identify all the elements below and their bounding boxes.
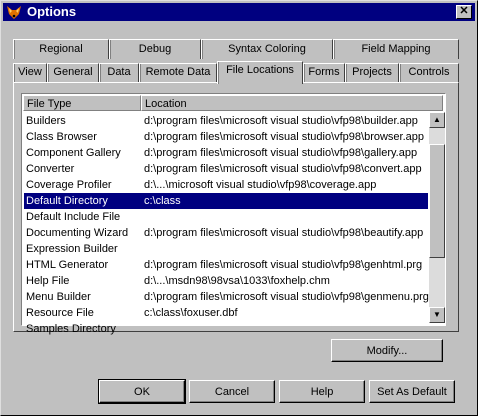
column-header-location[interactable]: Location: [141, 95, 443, 111]
location-cell: d:\...\msdn98\98vsa\1033\foxhelp.chm: [144, 275, 330, 287]
tab-syntax-coloring[interactable]: Syntax Coloring: [201, 39, 333, 59]
list-item[interactable]: Default Include File: [24, 209, 428, 225]
file-type-cell: Coverage Profiler: [26, 179, 112, 191]
file-type-cell: Default Include File: [26, 211, 121, 223]
help-button[interactable]: Help: [279, 380, 365, 403]
list-item[interactable]: Resource File c:\class\foxuser.dbf: [24, 305, 428, 321]
location-cell: d:\program files\microsoft visual studio…: [144, 259, 423, 271]
file-type-cell: Help File: [26, 275, 70, 287]
fox-icon: [7, 6, 21, 19]
list-item[interactable]: Documenting Wizard d:\program files\micro…: [24, 225, 428, 241]
options-dialog: Options ✕ Regional Debug Syntax Coloring…: [0, 0, 478, 416]
list-item[interactable]: Builders d:\program files\microsoft visua…: [24, 113, 428, 129]
tab-controls[interactable]: Controls: [399, 63, 459, 82]
file-type-cell: Samples Directory: [26, 323, 116, 335]
file-locations-list[interactable]: File Type Location Builders d:\program fi…: [21, 93, 446, 335]
tab-label: View: [18, 66, 42, 78]
list-item[interactable]: Converter d:\program files\microsoft visu…: [24, 161, 428, 177]
button-label: Modify...: [366, 345, 408, 357]
tab-regional[interactable]: Regional: [13, 39, 109, 59]
tab-label: Remote Data: [145, 66, 211, 78]
list-item[interactable]: Component Gallery d:\program files\micros…: [24, 145, 428, 161]
file-type-cell: Resource File: [26, 307, 94, 319]
list-item[interactable]: Class Browser d:\program files\microsoft …: [24, 129, 428, 145]
tab-debug[interactable]: Debug: [109, 39, 201, 59]
tab-label: Data: [107, 66, 131, 78]
scroll-up-icon[interactable]: ▲: [429, 112, 445, 128]
file-type-cell: HTML Generator: [26, 259, 109, 271]
location-cell: d:\...\microsoft visual studio\vfp98\cov…: [144, 179, 377, 191]
tab-label: Controls: [408, 66, 450, 78]
tab-label: Debug: [138, 43, 172, 55]
location-cell: c:\class\foxuser.dbf: [144, 307, 238, 319]
tab-data[interactable]: Data: [99, 63, 139, 82]
list-item[interactable]: HTML Generator d:\program files\microsoft…: [24, 257, 428, 273]
file-type-cell: Menu Builder: [26, 291, 91, 303]
list-item[interactable]: Help File d:\...\msdn98\98vsa\1033\foxhel…: [24, 273, 428, 289]
tab-forms[interactable]: Forms: [303, 63, 345, 82]
scroll-thumb[interactable]: [429, 144, 445, 258]
file-type-cell: Builders: [26, 115, 66, 127]
tab-label: File Locations: [226, 64, 294, 76]
column-header-file-type[interactable]: File Type: [23, 95, 141, 111]
list-rows: Builders d:\program files\microsoft visua…: [24, 113, 429, 337]
file-type-cell: Component Gallery: [26, 147, 121, 159]
file-type-cell: Default Directory: [26, 195, 108, 207]
file-type-cell: Converter: [26, 163, 75, 175]
file-type-cell: Class Browser: [26, 131, 97, 143]
tab-projects[interactable]: Projects: [345, 63, 399, 82]
tab-label: Field Mapping: [361, 43, 431, 55]
title-bar[interactable]: Options ✕: [3, 3, 475, 21]
column-header-label: Location: [145, 98, 187, 110]
tab-label: Syntax Coloring: [228, 43, 306, 55]
set-as-default-button[interactable]: Set As Default: [369, 380, 455, 403]
tab-view[interactable]: View: [13, 63, 47, 82]
file-type-cell: Expression Builder: [26, 243, 118, 255]
location-cell: d:\program files\microsoft visual studio…: [144, 147, 418, 159]
tab-file-locations[interactable]: File Locations: [217, 61, 303, 84]
window-title: Options: [27, 4, 77, 19]
location-cell: c:\class: [144, 195, 181, 207]
vertical-scrollbar[interactable]: ▲ ▼: [429, 112, 445, 323]
list-item[interactable]: Menu Builder d:\program files\microsoft v…: [24, 289, 429, 305]
tab-label: General: [53, 66, 93, 78]
tab-label: Forms: [308, 66, 340, 78]
tab-label: Projects: [352, 66, 392, 78]
button-label: Cancel: [214, 386, 250, 398]
location-cell: d:\program files\microsoft visual studio…: [144, 227, 424, 239]
scroll-down-icon[interactable]: ▼: [429, 307, 445, 323]
list-item-selected[interactable]: Default Directory c:\class: [24, 193, 428, 209]
ok-button[interactable]: OK: [98, 379, 186, 404]
button-label: Set As Default: [377, 386, 447, 398]
location-cell: d:\program files\microsoft visual studio…: [144, 131, 425, 143]
tab-remote-data[interactable]: Remote Data: [139, 63, 217, 82]
list-item[interactable]: Coverage Profiler d:\...\microsoft visual…: [24, 177, 428, 193]
list-item[interactable]: Samples Directory: [24, 321, 428, 337]
location-cell: d:\program files\microsoft visual studio…: [144, 291, 429, 303]
button-label: Help: [310, 386, 334, 398]
location-cell: d:\program files\microsoft visual studio…: [144, 115, 418, 127]
column-header-label: File Type: [27, 98, 72, 110]
modify-button[interactable]: Modify...: [331, 339, 443, 362]
location-cell: d:\program files\microsoft visual studio…: [144, 163, 422, 175]
file-type-cell: Documenting Wizard: [26, 227, 129, 239]
list-item[interactable]: Expression Builder: [24, 241, 428, 257]
cancel-button[interactable]: Cancel: [189, 380, 275, 403]
button-label: OK: [134, 386, 150, 398]
close-icon[interactable]: ✕: [456, 5, 472, 19]
tab-general[interactable]: General: [47, 63, 99, 82]
tab-label: Regional: [39, 43, 83, 55]
tab-field-mapping[interactable]: Field Mapping: [333, 39, 459, 59]
